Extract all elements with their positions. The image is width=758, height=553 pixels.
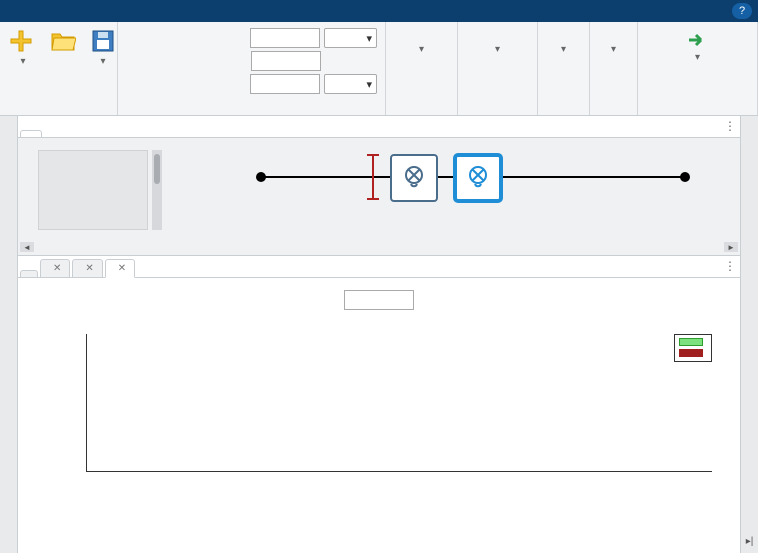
section-elements: ▾	[386, 22, 458, 115]
output-port[interactable]	[680, 172, 690, 182]
chevron-down-icon: ▾	[561, 44, 566, 55]
open-button[interactable]	[48, 26, 78, 58]
view-dropdown[interactable]: ▾	[598, 26, 629, 55]
plot-panel	[18, 278, 740, 553]
harmonic-balance-dropdown[interactable]: ▾	[466, 26, 529, 55]
section-sysparams-label	[126, 113, 377, 115]
chevron-down-icon: ▾	[419, 44, 424, 55]
section-harmonic: ▾	[458, 22, 538, 115]
right-collapse-handle[interactable]: ▸|	[740, 116, 758, 553]
element-parameters-sidebar[interactable]	[0, 116, 18, 553]
close-icon[interactable]: ✕	[53, 263, 61, 274]
elements-dropdown[interactable]: ▾	[394, 26, 449, 55]
export-arrow-icon	[685, 28, 711, 50]
cascade-canvas: ◄ ►	[18, 138, 740, 256]
chevron-down-icon: ▾	[366, 32, 372, 45]
chart	[32, 316, 726, 506]
mixer-icon	[465, 165, 491, 191]
cascade-tabbar: ⋮	[18, 116, 740, 138]
section-system-parameters: ▾ ▾	[118, 22, 386, 115]
section-export-label	[646, 113, 749, 115]
plus-icon	[10, 28, 36, 54]
axes-area	[86, 334, 712, 472]
signal-bandwidth-unit[interactable]: ▾	[324, 74, 377, 94]
ifbw-field[interactable]	[344, 290, 414, 310]
section-file: ▾ ▾	[0, 22, 118, 115]
chevron-down-icon: ▾	[611, 44, 616, 55]
tab-freq-plan-2[interactable]: ✕	[105, 259, 135, 278]
legend	[674, 334, 712, 362]
panel-menu-icon[interactable]: ⋮	[724, 119, 736, 133]
document-area: ⋮ ◄ ►	[0, 116, 758, 553]
chevron-down-icon: ▾	[495, 44, 500, 55]
help-icon[interactable]: ?	[732, 3, 752, 19]
chevron-down-icon: ▾	[695, 52, 700, 63]
tab-results[interactable]	[20, 270, 38, 277]
title-bar: ?	[0, 0, 758, 22]
block-mixerimt-2[interactable]	[454, 154, 502, 202]
block-mixerimt-1[interactable]	[390, 154, 438, 202]
tab-spurs-1[interactable]: ✕	[72, 259, 102, 277]
gallery-scrollbar[interactable]	[152, 150, 162, 230]
canvas-hscroll[interactable]: ◄ ►	[18, 242, 740, 252]
block-diagram[interactable]	[178, 150, 728, 250]
ifbw-row	[32, 290, 726, 310]
divider-marker[interactable]	[372, 154, 374, 200]
main-column: ⋮ ◄ ►	[18, 116, 740, 553]
results-tabbar: ✕ ✕ ✕ ⋮	[18, 256, 740, 278]
input-frequency-unit[interactable]: ▾	[324, 28, 377, 48]
section-view: ▾	[590, 22, 638, 115]
param-available-power	[126, 51, 377, 71]
input-frequency-field[interactable]	[250, 28, 320, 48]
close-icon[interactable]: ✕	[118, 263, 126, 274]
available-power-field[interactable]	[251, 51, 321, 71]
export-button[interactable]: ▾	[683, 26, 713, 65]
scroll-left-icon[interactable]: ◄	[20, 242, 34, 252]
section-plots: ▾	[538, 22, 590, 115]
scroll-right-icon[interactable]: ►	[724, 242, 738, 252]
element-gallery-thumbnail[interactable]	[38, 150, 148, 230]
plots-dropdown[interactable]: ▾	[546, 26, 581, 55]
close-icon[interactable]: ✕	[85, 263, 93, 274]
param-signal-bandwidth: ▾	[126, 74, 377, 94]
panel-menu-icon[interactable]: ⋮	[724, 259, 736, 273]
tab-freq-plan-1[interactable]: ✕	[40, 259, 70, 277]
folder-open-icon	[50, 28, 76, 54]
chevron-down-icon: ▾	[100, 56, 105, 67]
chevron-down-icon: ▾	[366, 78, 372, 91]
section-file-label	[8, 113, 109, 115]
mixer-icon	[401, 165, 427, 191]
floppy-icon	[90, 28, 116, 54]
toolstrip: ▾ ▾ ▾	[0, 22, 758, 116]
new-button[interactable]: ▾	[8, 26, 38, 69]
param-input-frequency: ▾	[126, 28, 377, 48]
tab-cascade[interactable]	[20, 130, 42, 137]
signal-bandwidth-field[interactable]	[250, 74, 320, 94]
chevron-down-icon: ▾	[20, 56, 25, 67]
section-export: ▾	[638, 22, 758, 115]
chevron-right-icon: ▸|	[746, 536, 754, 547]
save-button[interactable]: ▾	[88, 26, 118, 69]
